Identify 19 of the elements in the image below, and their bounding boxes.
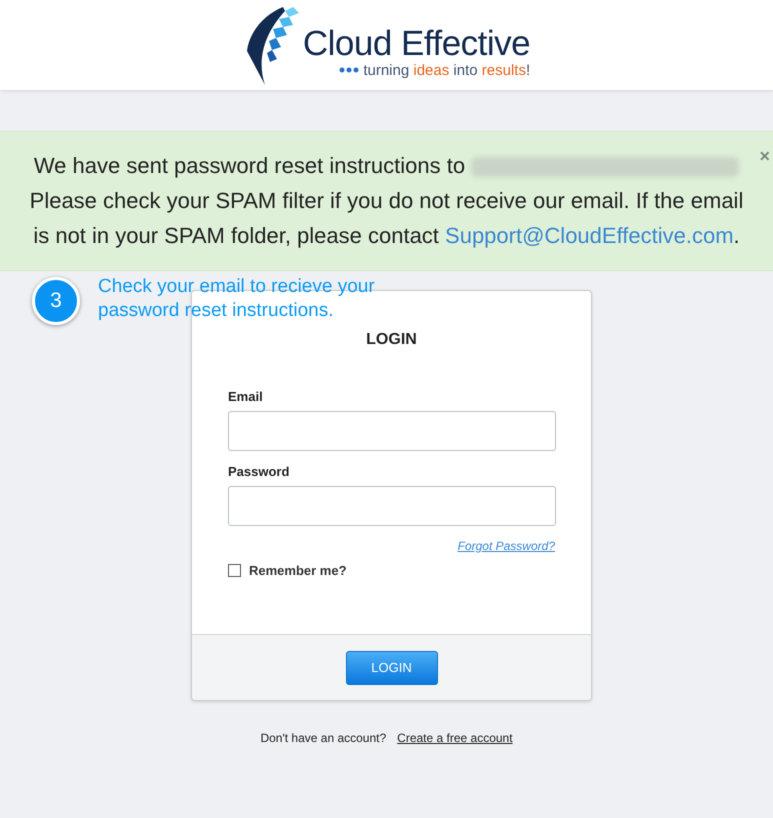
field-label: Email [228, 389, 264, 404]
remember-checkbox[interactable] [228, 564, 241, 577]
login-title: LOGIN [365, 331, 418, 349]
alert-message: We have sent password reset instructions to Please check your SPAM filter if you do not receive our email. If the email is not in your SPAM folder, please contact Support@CloudEffective.com. [28, 152, 744, 250]
logo-tagline: turning ideas into results! [363, 62, 530, 78]
logo-name: Cloud Effective [302, 26, 530, 62]
input-field[interactable] [228, 411, 556, 451]
close-button[interactable]: × [759, 146, 770, 167]
support-email-link[interactable]: Support@CloudEffective.com [445, 223, 734, 248]
field-label: Password [228, 464, 290, 479]
checkbox-label: Remember me? [249, 563, 347, 578]
create-account-link[interactable]: Create a free account [397, 731, 513, 745]
forgot-password-link[interactable]: Forgot Password? [458, 539, 555, 553]
account-prompt: Don't have an account? [260, 731, 386, 745]
login-button[interactable]: LOGIN [346, 650, 438, 684]
input-field[interactable] [228, 486, 556, 526]
dots-icon [339, 67, 360, 73]
callout-text: Check your email to recieve your password reset instructions. [98, 275, 376, 323]
step-badge: 3 [32, 277, 80, 325]
